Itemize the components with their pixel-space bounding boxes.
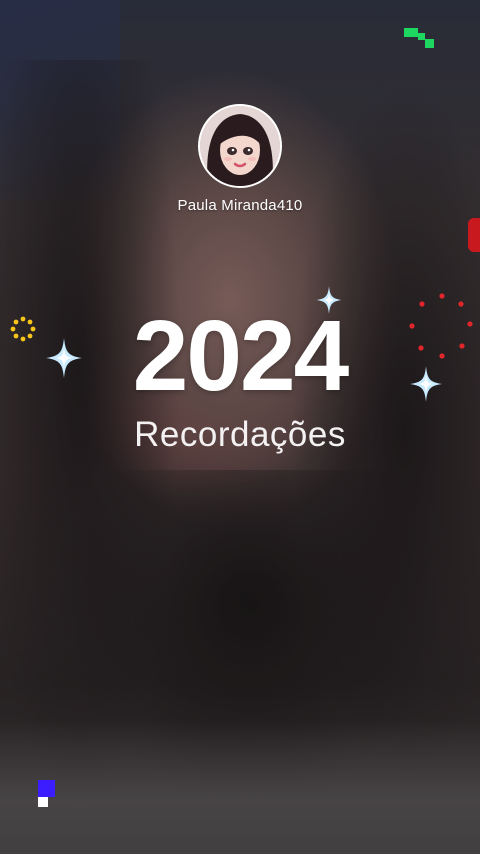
sparkle-icon	[410, 366, 442, 402]
pixel-icon	[425, 39, 434, 48]
sparkle-icon	[46, 338, 82, 378]
avatar[interactable]	[198, 104, 282, 188]
avatar-illustration-icon	[200, 106, 280, 186]
username-label[interactable]: Paula Miranda410	[0, 197, 480, 214]
pixel-icon	[38, 780, 55, 797]
red-dot-circle-icon	[409, 293, 473, 359]
pixel-icon	[404, 28, 418, 37]
story-background: Paula Miranda410 2024 Recordações	[0, 0, 480, 854]
pixel-icon	[418, 33, 425, 40]
recap-subtitle: Recordações	[134, 415, 346, 454]
decorative-shape	[468, 218, 480, 252]
sparkle-icon	[316, 286, 342, 314]
dotted-ring-icon	[10, 316, 36, 342]
pixel-icon	[38, 797, 48, 807]
